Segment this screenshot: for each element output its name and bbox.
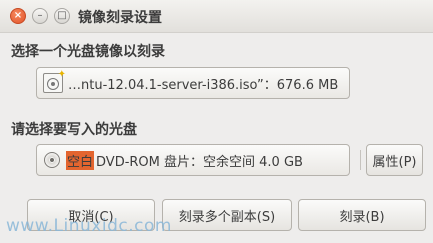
dropdown-separator — [360, 150, 361, 170]
target-label: 请选择要写入的光盘 — [11, 122, 137, 138]
iso-file-icon: ✦ — [43, 69, 66, 93]
disc-description: DVD-ROM 盘片：空余空间 4.0 GB — [96, 154, 303, 170]
close-window-button[interactable]: × — [10, 8, 26, 24]
image-file-chooser[interactable]: ✦ …ntu-12.04.1-server-i386.iso”：676.6 MB — [36, 67, 350, 99]
window-title: 镜像刻录设置 — [78, 10, 162, 26]
title-bar: × – □ 镜像刻录设置 — [0, 0, 433, 33]
burn-button[interactable]: 刻录(B) — [298, 199, 426, 231]
watermark-text: www.Linuxidc.com — [6, 216, 172, 236]
source-label: 选择一个光盘镜像以刻录 — [11, 44, 165, 60]
disc-selector-dropdown[interactable]: 空白 DVD-ROM 盘片：空余空间 4.0 GB ▼ — [36, 144, 375, 176]
burn-multiple-copies-button[interactable]: 刻录多个副本(S) — [162, 199, 292, 231]
disc-icon — [44, 152, 60, 168]
minimize-window-button[interactable]: – — [32, 8, 48, 24]
image-file-text: …ntu-12.04.1-server-i386.iso”：676.6 MB — [68, 77, 339, 93]
maximize-window-button[interactable]: □ — [54, 8, 70, 24]
disc-blank-highlight: 空白 — [66, 150, 95, 170]
properties-button[interactable]: 属性(P) — [366, 144, 423, 176]
